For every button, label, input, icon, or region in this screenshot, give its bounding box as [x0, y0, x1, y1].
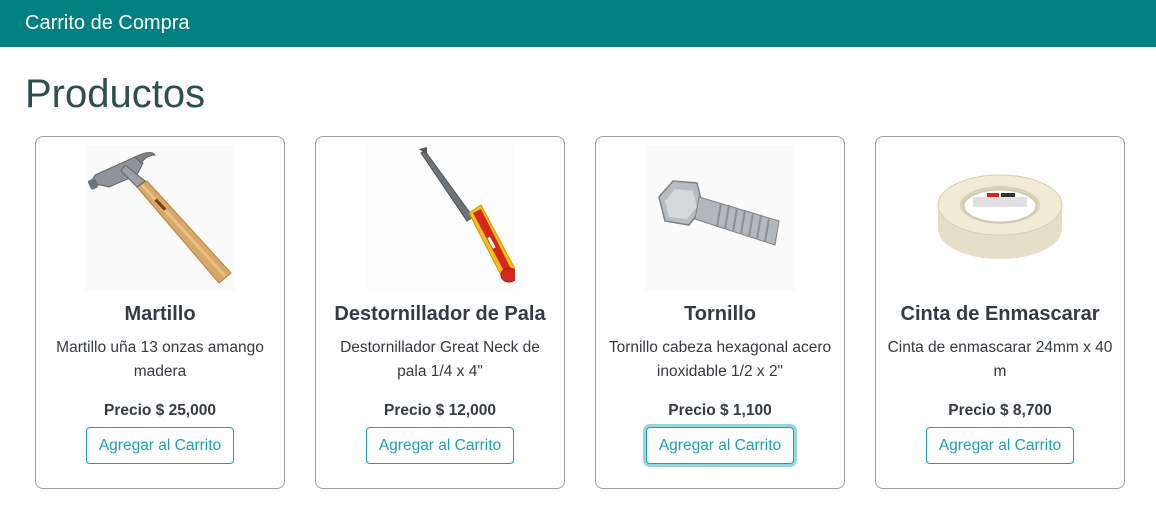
product-description: Martillo uña 13 onzas amango madera: [56, 339, 264, 380]
product-name: Destornillador de Pala: [334, 303, 546, 325]
product-grid: Martillo Martillo uña 13 onzas amango ma…: [35, 136, 1125, 489]
product-name: Tornillo: [684, 303, 756, 325]
page-title: Productos: [25, 72, 206, 116]
product-card: Destornillador de Pala Destornillador Gr…: [315, 136, 565, 489]
product-name: Cinta de Enmascarar: [900, 303, 1100, 325]
hammer-image: [85, 145, 235, 291]
add-to-cart-button[interactable]: Agregar al Carrito: [645, 427, 795, 464]
bolt-image: [645, 145, 795, 291]
add-to-cart-button[interactable]: Agregar al Carrito: [925, 427, 1075, 464]
top-navbar: Carrito de Compra: [0, 0, 1156, 47]
add-to-cart-button[interactable]: Agregar al Carrito: [85, 427, 235, 464]
navbar-brand[interactable]: Carrito de Compra: [25, 12, 190, 35]
product-price: Precio $ 12,000: [383, 402, 497, 419]
product-card: Martillo Martillo uña 13 onzas amango ma…: [35, 136, 285, 489]
product-description: Destornillador Great Neck de pala 1/4 x …: [340, 339, 540, 380]
product-price: Precio $ 25,000: [103, 402, 217, 419]
product-card: Cinta de Enmascarar Cinta de enmascarar …: [875, 136, 1125, 489]
product-description: Cinta de enmascarar 24mm x 40 m: [887, 339, 1113, 380]
product-card: Tornillo Tornillo cabeza hexagonal acero…: [595, 136, 845, 489]
masking-tape-image: [925, 145, 1075, 291]
product-price: Precio $ 8,700: [948, 402, 1052, 419]
product-price: Precio $ 1,100: [668, 402, 772, 419]
product-description: Tornillo cabeza hexagonal acero inoxidab…: [608, 339, 832, 380]
screwdriver-image: [365, 145, 515, 291]
add-to-cart-button[interactable]: Agregar al Carrito: [365, 427, 515, 464]
product-name: Martillo: [124, 303, 196, 325]
